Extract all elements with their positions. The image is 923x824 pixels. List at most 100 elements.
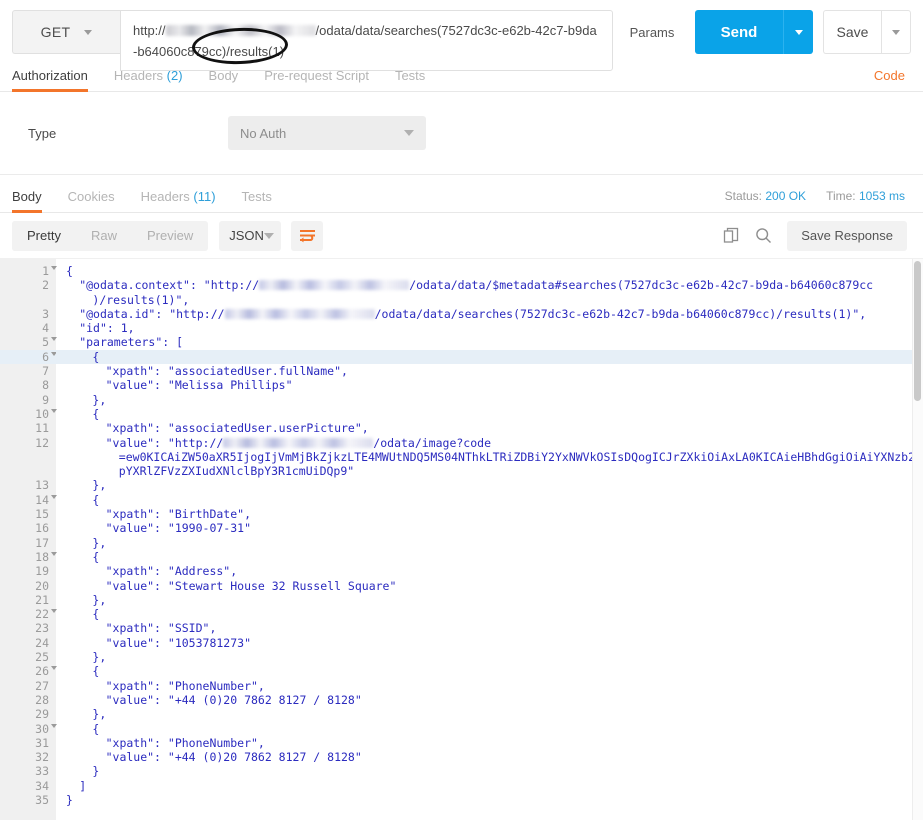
code-line: { xyxy=(66,264,923,278)
code-text: { xyxy=(92,349,100,364)
copy-button[interactable] xyxy=(723,227,740,244)
response-tab-tests[interactable]: Tests xyxy=(229,189,285,212)
time-indicator: Time: 1053 ms xyxy=(826,189,905,203)
code-text-after: /odata/image?code xyxy=(373,435,491,450)
search-button[interactable] xyxy=(755,227,772,244)
code-line: } xyxy=(66,764,923,778)
line-number xyxy=(0,450,56,464)
json-code-content[interactable]: {"@odata.context": "http:// /odata/data/$… xyxy=(56,259,923,820)
code-link[interactable]: Code xyxy=(874,68,905,83)
code-line: { xyxy=(56,349,923,365)
code-text: { xyxy=(92,549,100,564)
auth-type-select[interactable]: No Auth xyxy=(228,116,426,150)
response-tab-body[interactable]: Body xyxy=(12,189,55,213)
line-number: 17 xyxy=(35,535,49,550)
line-number: 25 xyxy=(35,650,49,665)
chevron-down-icon xyxy=(404,130,414,136)
response-format-value: JSON xyxy=(229,228,264,243)
chevron-down-icon xyxy=(263,232,274,239)
code-line: pYXRlZFVzZXIudXNlclBpY3R1cmUiDQp9" xyxy=(66,464,923,478)
code-text: "xpath": "associatedUser.userPicture", xyxy=(105,421,369,436)
auth-type-value: No Auth xyxy=(240,125,287,141)
code-text-after: /odata/data/$metadata#searches(7527dc3c-… xyxy=(409,278,874,293)
code-text: { xyxy=(92,721,100,736)
tab-authorization[interactable]: Authorization xyxy=(12,68,101,92)
code-text: "@odata.id": "http:// xyxy=(79,306,225,321)
code-line: "@odata.context": "http:// /odata/data/$m… xyxy=(66,278,923,292)
code-text: }, xyxy=(92,592,107,607)
code-text: "value": "Stewart House 32 Russell Squar… xyxy=(105,578,397,593)
code-text: { xyxy=(92,607,100,622)
code-line: }, xyxy=(66,650,923,664)
tab-headers[interactable]: Headers (2) xyxy=(101,68,196,91)
redacted-host xyxy=(259,280,410,291)
line-number: 21 xyxy=(35,592,49,607)
code-line: }, xyxy=(66,478,923,492)
line-number: 22 xyxy=(0,607,57,621)
code-line: { xyxy=(66,722,923,736)
save-response-button[interactable]: Save Response xyxy=(787,220,907,251)
tab-tests[interactable]: Tests xyxy=(382,68,438,91)
view-mode-pretty[interactable]: Pretty xyxy=(12,220,76,251)
chevron-down-icon xyxy=(84,29,93,35)
code-text: }, xyxy=(92,392,107,407)
word-wrap-button[interactable] xyxy=(291,220,324,251)
vertical-scrollbar-track[interactable] xyxy=(912,259,923,820)
code-line: { xyxy=(66,407,923,421)
http-method-selector[interactable]: GET xyxy=(12,10,120,54)
code-text: )/results(1)", xyxy=(92,292,190,307)
view-mode-raw[interactable]: Raw xyxy=(76,221,132,251)
line-number: 6 xyxy=(0,349,57,365)
code-line: "value": "+44 (0)20 7862 8127 / 8128" xyxy=(66,693,923,707)
code-line: }, xyxy=(66,593,923,607)
response-tab-cookies[interactable]: Cookies xyxy=(55,189,128,212)
tab-body[interactable]: Body xyxy=(196,68,252,91)
save-button[interactable]: Save xyxy=(823,10,881,54)
url-input[interactable]: http:///odata/data/searches(7527dc3c-e62… xyxy=(120,10,613,71)
response-tab-headers[interactable]: Headers (11) xyxy=(128,189,229,212)
code-text: ] xyxy=(79,778,87,793)
params-button[interactable]: Params xyxy=(615,10,689,54)
status-indicator: Status: 200 OK xyxy=(725,189,806,203)
code-line: )/results(1)", xyxy=(66,293,923,307)
line-number: 30 xyxy=(0,722,57,736)
code-text: { xyxy=(92,664,100,679)
response-tab-headers-count: (11) xyxy=(193,189,216,204)
code-line: =ew0KICAiZW50aXR5IjogIjVmMjBkZjkzLTE4MWU… xyxy=(66,450,923,464)
line-number xyxy=(0,293,56,307)
code-text: "id": 1, xyxy=(79,321,135,336)
line-number: 13 xyxy=(35,478,49,493)
response-format-select[interactable]: JSON xyxy=(219,220,282,251)
code-line: "xpath": "associatedUser.userPicture", xyxy=(66,421,923,435)
http-method-label: GET xyxy=(40,24,71,40)
response-tab-body-label: Body xyxy=(12,189,42,204)
view-mode-group: Pretty Raw Preview xyxy=(12,220,209,251)
code-line: ] xyxy=(66,779,923,793)
auth-type-label: Type xyxy=(28,125,57,141)
line-number: 29 xyxy=(35,707,49,722)
code-line: { xyxy=(66,493,923,507)
code-text: { xyxy=(92,492,100,507)
code-line: "@odata.id": "http:// /odata/data/searche… xyxy=(66,307,923,321)
code-line: "id": 1, xyxy=(66,321,923,335)
line-number: 10 xyxy=(0,407,57,421)
response-tab-bar: Body Cookies Headers (11) Tests Status: … xyxy=(0,175,923,213)
send-button[interactable]: Send xyxy=(695,10,783,54)
line-number: 14 xyxy=(0,493,57,507)
code-line: "xpath": "associatedUser.fullName", xyxy=(66,364,923,378)
tab-pre-request-script[interactable]: Pre-request Script xyxy=(251,68,382,91)
save-options-button[interactable] xyxy=(881,10,911,54)
line-number: 15 xyxy=(35,507,49,522)
response-tab-cookies-label: Cookies xyxy=(67,189,115,204)
code-line: "value": "Stewart House 32 Russell Squar… xyxy=(66,579,923,593)
line-number: 28 xyxy=(35,692,49,707)
code-line: "xpath": "SSID", xyxy=(66,621,923,635)
code-text: "xpath": "Address", xyxy=(105,564,238,579)
code-line: }, xyxy=(66,536,923,550)
response-body-viewer[interactable]: 12 3 4 5 6 7 8 9 10 11 12 13 14 15 16 17 18 19 20 21 22 23 2… xyxy=(0,258,923,820)
vertical-scrollbar-thumb[interactable] xyxy=(914,261,921,401)
view-mode-preview[interactable]: Preview xyxy=(132,221,208,251)
send-options-button[interactable] xyxy=(783,10,813,54)
line-number: 9 xyxy=(42,392,49,407)
chevron-down-icon xyxy=(892,29,900,35)
